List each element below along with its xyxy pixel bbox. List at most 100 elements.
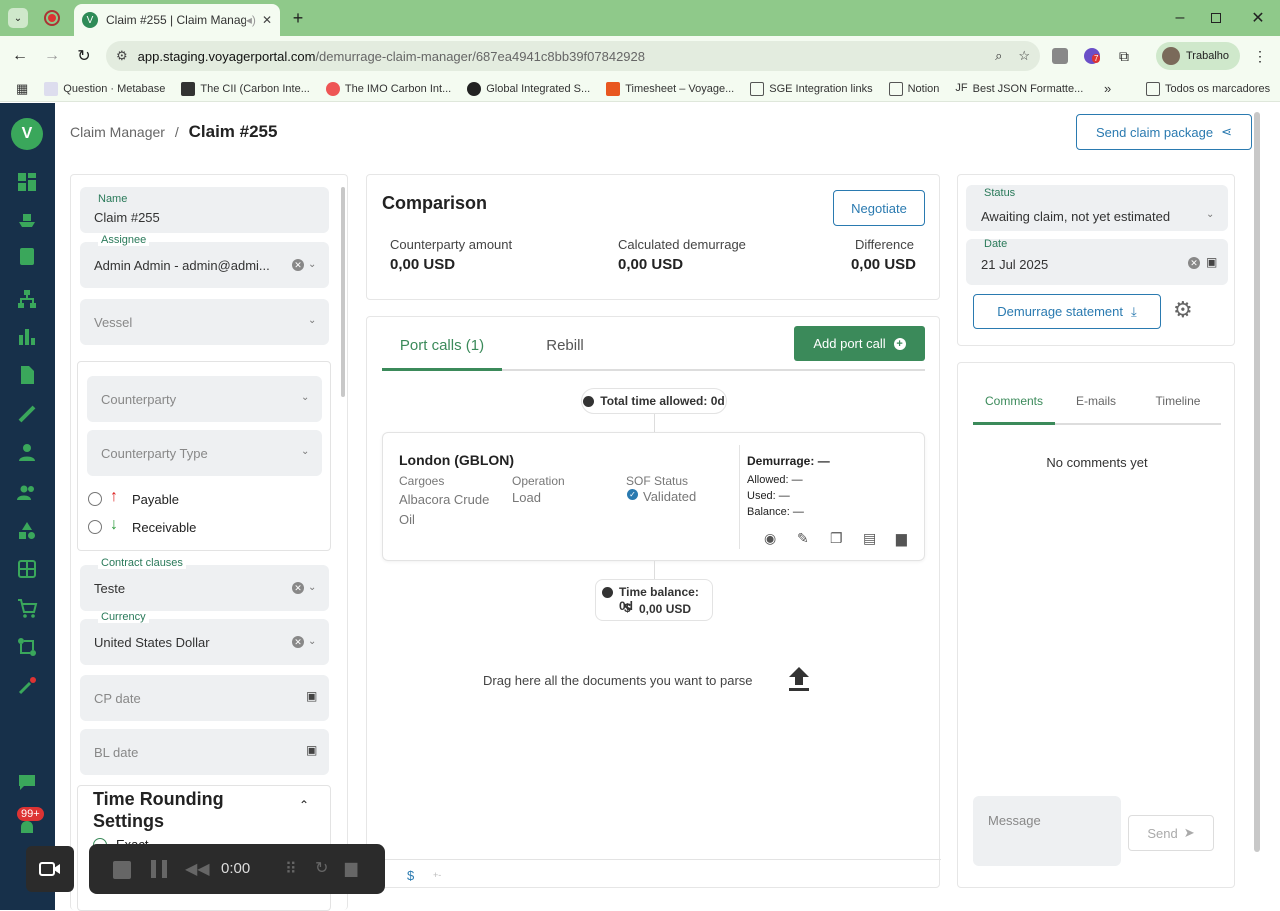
tab-comments[interactable]: Comments <box>973 383 1055 425</box>
contract-clauses-select[interactable]: Contract clauses Teste ✕ ⌄ <box>80 557 329 611</box>
apps-grid-icon[interactable]: ▦ <box>16 81 28 97</box>
time-rounding-title[interactable]: Time Rounding Settings <box>93 788 263 832</box>
reload-button[interactable]: ↻ <box>74 46 94 66</box>
upload-icon[interactable] <box>787 665 811 693</box>
tab-rebill[interactable]: Rebill <box>505 331 625 371</box>
bookmark-item[interactable]: Global Integrated S... <box>467 81 590 96</box>
counterparty-select[interactable]: Counterparty ⌄ <box>87 376 322 422</box>
port-call-card[interactable]: London (GBLON) Cargoes Albacora Crude Oi… <box>382 432 925 561</box>
satellite-icon[interactable] <box>16 403 38 425</box>
calendar-icon[interactable]: ▣ <box>306 743 317 757</box>
document-check-icon[interactable]: ▤ <box>863 530 876 547</box>
edit-pencil-icon[interactable]: ✎ <box>797 530 809 547</box>
clear-icon[interactable]: ✕ <box>1188 257 1200 269</box>
forward-button[interactable]: → <box>42 46 62 66</box>
tab-search-button[interactable]: ⌄ <box>8 8 28 28</box>
tab-port-calls[interactable]: Port calls (1) <box>382 331 502 371</box>
add-port-call-button[interactable]: Add port call + <box>794 326 925 361</box>
chevron-up-icon[interactable]: ⌃ <box>299 798 309 812</box>
page-scrollbar[interactable] <box>1254 112 1260 852</box>
close-window-button[interactable]: ✕ <box>1248 8 1268 28</box>
status-select[interactable]: Status Awaiting claim, not yet estimated… <box>966 185 1228 231</box>
dashboard-icon[interactable] <box>16 171 38 193</box>
users-icon[interactable] <box>16 481 38 503</box>
bookmark-item[interactable]: SGE Integration links <box>750 81 873 96</box>
route-icon[interactable] <box>16 636 38 658</box>
clear-icon[interactable]: ✕ <box>292 582 304 594</box>
chevron-down-icon[interactable]: ⌄ <box>1206 209 1214 220</box>
org-chart-icon[interactable] <box>16 288 38 310</box>
calendar-icon[interactable]: ▣ <box>1206 255 1217 269</box>
bl-date-field[interactable]: BL date ▣ <box>80 729 329 775</box>
clear-icon[interactable]: ✕ <box>292 259 304 271</box>
clear-icon[interactable]: ✕ <box>292 636 304 648</box>
all-bookmarks[interactable]: Todos os marcadores <box>1146 81 1270 96</box>
calendar-icon[interactable]: ▣ <box>306 689 317 703</box>
send-message-button[interactable]: Send ➤ <box>1128 815 1214 851</box>
chevron-down-icon[interactable]: ⌄ <box>308 259 316 270</box>
send-claim-package-button[interactable]: Send claim package ⋖ <box>1076 114 1252 150</box>
restart-icon[interactable]: ↻ <box>315 858 328 878</box>
view-eye-icon[interactable]: ◉ <box>764 530 776 547</box>
calculator-icon[interactable] <box>16 558 38 580</box>
url-bar[interactable]: ⚙ app.staging.voyagerportal.com/demurrag… <box>106 41 1040 71</box>
footer-dollar-icon[interactable]: $ <box>407 868 414 883</box>
name-field[interactable]: Name Claim #255 <box>80 187 329 233</box>
message-input[interactable]: Message <box>973 796 1121 866</box>
stop-button[interactable] <box>113 861 131 879</box>
vessel-select[interactable]: Vessel ⌄ <box>80 299 329 345</box>
panel-scrollbar[interactable] <box>341 187 345 397</box>
maximize-button[interactable] <box>1208 10 1224 26</box>
assignee-select[interactable]: Assignee Admin Admin - admin@admi... ✕ ⌄ <box>80 234 329 288</box>
counterparty-type-select[interactable]: Counterparty Type ⌄ <box>87 430 322 476</box>
shapes-icon[interactable] <box>16 520 38 542</box>
payable-radio[interactable] <box>88 492 102 506</box>
chevron-down-icon[interactable]: ⌄ <box>301 446 309 457</box>
grid-icon[interactable]: ⠿ <box>285 859 297 879</box>
currency-select[interactable]: Currency United States Dollar ✕ ⌄ <box>80 611 329 665</box>
cp-date-field[interactable]: CP date ▣ <box>80 675 329 721</box>
minimize-button[interactable]: – <box>1170 8 1190 28</box>
rewind-button[interactable]: ◀◀ <box>185 859 210 879</box>
date-field[interactable]: Date 21 Jul 2025 ✕ ▣ <box>966 238 1228 285</box>
pause-button[interactable] <box>151 860 167 878</box>
demurrage-statement-button[interactable]: Demurrage statement ⤓ <box>973 294 1161 329</box>
more-bookmarks-icon[interactable]: » <box>1104 81 1111 96</box>
browser-menu-icon[interactable]: ⋮ <box>1253 46 1267 66</box>
new-tab-button[interactable]: + <box>288 8 308 28</box>
profile-button[interactable]: Trabalho <box>1156 42 1240 70</box>
discard-trash-icon[interactable]: ▆ <box>345 858 357 878</box>
bookmark-item[interactable]: Timesheet – Voyage... <box>606 81 734 96</box>
tab-close-icon[interactable]: ✕ <box>262 13 272 27</box>
clipboard-icon[interactable] <box>16 245 38 267</box>
voyager-logo[interactable]: V <box>11 118 43 150</box>
bookmark-item[interactable]: The IMO Carbon Int... <box>325 81 451 96</box>
tab-emails[interactable]: E-mails <box>1055 383 1137 425</box>
ship-icon[interactable] <box>16 208 38 230</box>
extensions-puzzle-icon[interactable]: ⧉ <box>1116 48 1132 64</box>
bookmark-item[interactable]: The CII (Carbon Inte... <box>181 81 310 96</box>
copy-icon[interactable]: ❐ <box>830 530 843 547</box>
chevron-down-icon[interactable]: ⌄ <box>308 582 316 593</box>
extension-badge-icon[interactable]: 7 <box>1084 48 1101 64</box>
zoom-icon[interactable]: ⌕ <box>995 48 1002 64</box>
back-button[interactable]: ← <box>10 46 30 66</box>
bookmark-star-icon[interactable]: ☆ <box>1018 48 1030 64</box>
chevron-down-icon[interactable]: ⌄ <box>308 315 316 326</box>
site-settings-icon[interactable]: ⚙ <box>116 48 128 64</box>
tools-icon[interactable] <box>16 675 38 697</box>
document-icon[interactable] <box>16 364 38 386</box>
extension-icon[interactable] <box>1052 48 1068 64</box>
bookmark-item[interactable]: JF Best JSON Formatte... <box>955 82 1083 96</box>
chat-icon[interactable] <box>16 771 38 793</box>
delete-trash-icon[interactable]: ▆ <box>896 530 907 547</box>
bookmark-item[interactable]: Question · Metabase <box>44 81 165 96</box>
breadcrumb-root[interactable]: Claim Manager <box>70 124 165 140</box>
user-icon[interactable] <box>16 441 38 463</box>
chevron-down-icon[interactable]: ⌄ <box>301 392 309 403</box>
cart-icon[interactable] <box>16 597 38 619</box>
receivable-radio[interactable] <box>88 520 102 534</box>
chevron-down-icon[interactable]: ⌄ <box>308 636 316 647</box>
tab-timeline[interactable]: Timeline <box>1137 383 1219 425</box>
footer-toggle-icon[interactable]: +- <box>433 870 441 880</box>
